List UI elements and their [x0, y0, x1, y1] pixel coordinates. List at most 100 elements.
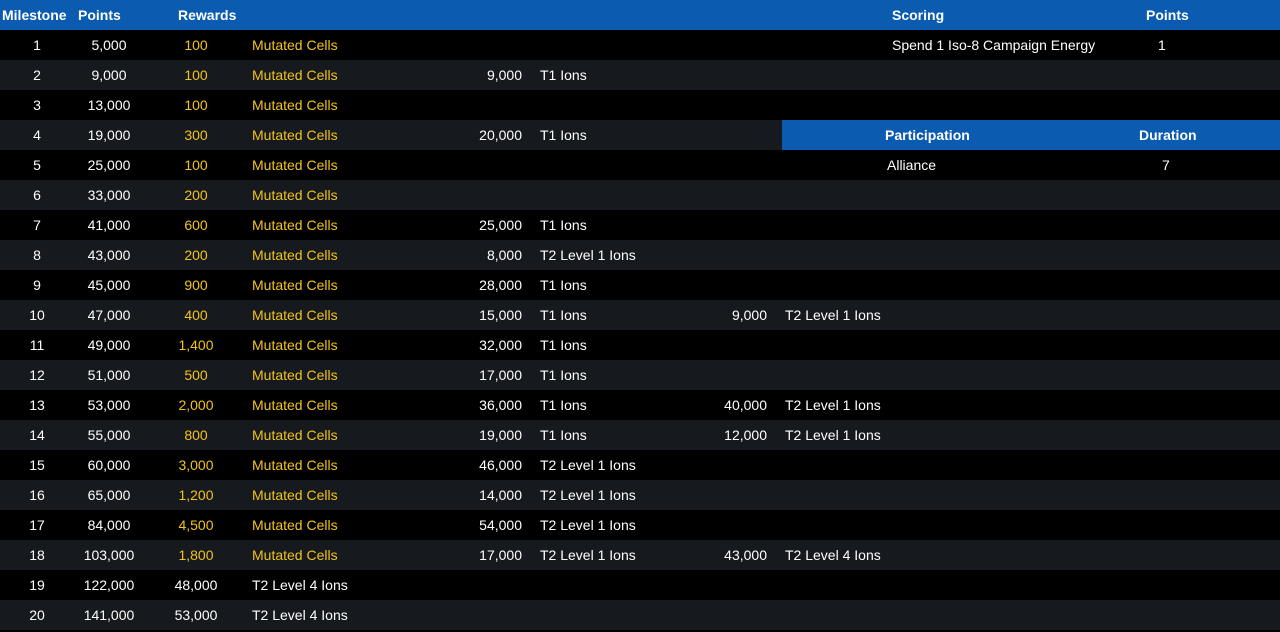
reward2-qty: [440, 90, 522, 120]
reward1-qty: 100: [184, 67, 208, 83]
milestone-cell: 20: [29, 607, 45, 623]
reward3-qty: [685, 450, 767, 480]
reward1-qty: 200: [184, 187, 208, 203]
table-row: 15 60,000 3,000 Mutated Cells 46,000 T2 Level…: [0, 450, 1280, 480]
reward1-qty: 4,500: [178, 517, 214, 533]
milestone-cell: 4: [33, 127, 41, 143]
participation-header: Participation Duration: [782, 120, 1280, 150]
reward2-qty: [440, 570, 522, 600]
table-row: 10 47,000 400 Mutated Cells 15,000 T1 Ions 9,0…: [0, 300, 1280, 330]
points-cell: 65,000: [87, 487, 131, 503]
reward2-name: T2 Level 1 Ions: [540, 517, 636, 533]
reward1-name: Mutated Cells: [252, 337, 338, 353]
reward1-qty: 53,000: [174, 607, 218, 623]
milestone-cell: 3: [33, 97, 41, 113]
rewards-header: Rewards: [178, 7, 237, 23]
participation-duration: 7: [1162, 157, 1170, 173]
reward2-name: T1 Ions: [540, 127, 587, 143]
points-cell: 41,000: [87, 217, 131, 233]
reward3-qty: [685, 600, 767, 630]
reward1-qty: 48,000: [174, 577, 218, 593]
reward2-qty: 8,000: [486, 247, 522, 263]
reward1-qty: 900: [184, 277, 208, 293]
reward2-qty: 36,000: [479, 397, 522, 413]
reward1-qty: 600: [184, 217, 208, 233]
table-row: 20 141,000 53,000 T2 Level 4 Ions: [0, 600, 1280, 630]
milestone-cell: 8: [33, 247, 41, 263]
reward3-qty: 9,000: [731, 307, 767, 323]
points-cell: 19,000: [87, 127, 131, 143]
reward1-qty: 800: [184, 427, 208, 443]
reward3-qty: [685, 240, 767, 270]
reward3-qty: 40,000: [724, 397, 767, 413]
reward1-name: Mutated Cells: [252, 37, 338, 53]
milestone-cell: 1: [33, 37, 41, 53]
table-row: 7 41,000 600 Mutated Cells 25,000 T1 Ions: [0, 210, 1280, 240]
table-row: 17 84,000 4,500 Mutated Cells 54,000 T2 Level…: [0, 510, 1280, 540]
reward3-qty: [685, 330, 767, 360]
reward1-name: Mutated Cells: [252, 127, 338, 143]
points-cell: 84,000: [87, 517, 131, 533]
reward2-qty: 15,000: [479, 307, 522, 323]
reward2-qty: 25,000: [479, 217, 522, 233]
table-row: 12 51,000 500 Mutated Cells 17,000 T1 Ions: [0, 360, 1280, 390]
table-row: 3 13,000 100 Mutated Cells: [0, 90, 1280, 120]
reward1-name: Mutated Cells: [252, 397, 338, 413]
points-cell: 47,000: [87, 307, 131, 323]
reward1-qty: 500: [184, 367, 208, 383]
reward1-qty: 2,000: [178, 397, 214, 413]
milestone-cell: 17: [29, 517, 45, 533]
reward1-name: Mutated Cells: [252, 547, 338, 563]
reward1-name: Mutated Cells: [252, 217, 338, 233]
reward1-qty: 1,800: [178, 547, 214, 563]
points-header: Points: [78, 7, 121, 23]
table-header: Milestone Points Rewards Scoring Points: [0, 0, 1280, 30]
table-row: 19 122,000 48,000 T2 Level 4 Ions: [0, 570, 1280, 600]
points-cell: 53,000: [87, 397, 131, 413]
milestone-cell: 5: [33, 157, 41, 173]
reward3-name: T2 Level 1 Ions: [785, 427, 881, 443]
points-cell: 60,000: [87, 457, 131, 473]
reward2-qty: 20,000: [479, 127, 522, 143]
table-row: 6 33,000 200 Mutated Cells: [0, 180, 1280, 210]
reward1-name: Mutated Cells: [252, 487, 338, 503]
reward3-qty: [685, 480, 767, 510]
reward3-qty: [685, 60, 767, 90]
reward1-qty: 1,400: [178, 337, 214, 353]
reward1-qty: 3,000: [178, 457, 214, 473]
milestone-cell: 12: [29, 367, 45, 383]
points-cell: 9,000: [91, 67, 127, 83]
reward2-name: T2 Level 1 Ions: [540, 247, 636, 263]
table-row: 14 55,000 800 Mutated Cells 19,000 T1 Ions 12,…: [0, 420, 1280, 450]
reward2-name: T2 Level 1 Ions: [540, 487, 636, 503]
milestone-cell: 7: [33, 217, 41, 233]
milestone-header: Milestone: [2, 7, 67, 23]
participation-header-label: Participation: [885, 127, 970, 143]
reward1-qty: 100: [184, 37, 208, 53]
table-row: 5 25,000 100 Mutated Cells: [0, 150, 1280, 180]
reward3-qty: [685, 210, 767, 240]
reward1-qty: 400: [184, 307, 208, 323]
reward3-qty: [685, 570, 767, 600]
reward3-qty: 43,000: [724, 547, 767, 563]
reward1-name: Mutated Cells: [252, 187, 338, 203]
participation-type: Alliance: [887, 157, 937, 173]
reward2-qty: [440, 150, 522, 180]
reward2-name: T1 Ions: [540, 427, 587, 443]
scoring-header: Scoring: [892, 7, 945, 23]
reward2-name: T2 Level 1 Ions: [540, 547, 636, 563]
reward3-qty: [685, 360, 767, 390]
reward2-name: T1 Ions: [540, 217, 587, 233]
reward2-qty: 14,000: [479, 487, 522, 503]
reward2-qty: [440, 30, 522, 60]
points-cell: 55,000: [87, 427, 131, 443]
points-cell: 43,000: [87, 247, 131, 263]
table-row: 9 45,000 900 Mutated Cells 28,000 T1 Ions: [0, 270, 1280, 300]
points-cell: 45,000: [87, 277, 131, 293]
reward1-qty: 200: [184, 247, 208, 263]
milestone-cell: 2: [33, 67, 41, 83]
table-row: 16 65,000 1,200 Mutated Cells 14,000 T2 Level…: [0, 480, 1280, 510]
reward3-name: T2 Level 4 Ions: [785, 547, 881, 563]
reward2-qty: 9,000: [486, 67, 522, 83]
points-cell: 13,000: [87, 97, 131, 113]
